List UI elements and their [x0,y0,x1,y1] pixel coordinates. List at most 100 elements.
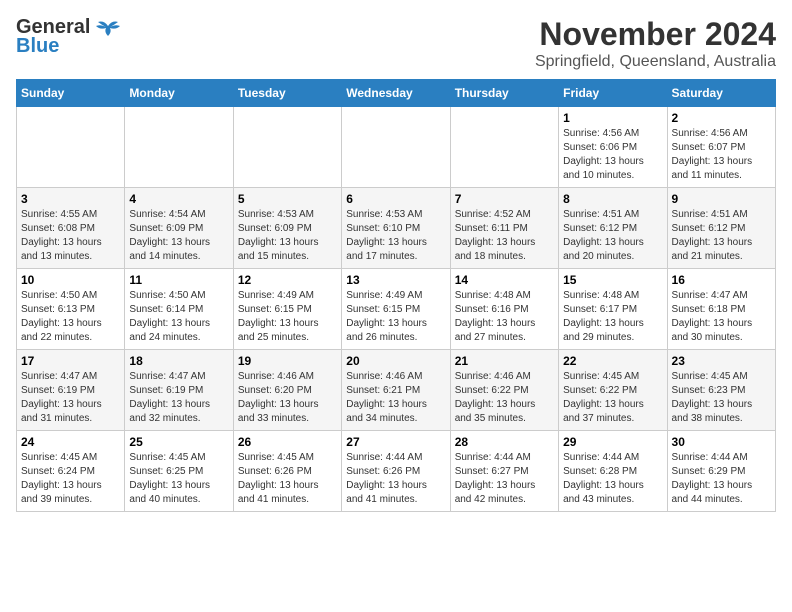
main-title: November 2024 [535,16,776,53]
day-info: Sunrise: 4:56 AM Sunset: 6:07 PM Dayligh… [672,127,771,183]
day-info: Sunrise: 4:44 AM Sunset: 6:27 PM Dayligh… [455,451,554,507]
calendar-cell: 4 Sunrise: 4:54 AM Sunset: 6:09 PM Daylig… [125,188,233,269]
day-info: Sunrise: 4:46 AM Sunset: 6:22 PM Dayligh… [455,370,554,426]
weekday-header: Wednesday [342,80,450,107]
weekday-header: Sunday [17,80,125,107]
day-info: Sunrise: 4:47 AM Sunset: 6:19 PM Dayligh… [129,370,228,426]
calendar-cell [233,107,341,188]
calendar-cell: 28 Sunrise: 4:44 AM Sunset: 6:27 PM Dayli… [450,431,558,512]
day-info: Sunrise: 4:53 AM Sunset: 6:09 PM Dayligh… [238,208,337,264]
day-info: Sunrise: 4:51 AM Sunset: 6:12 PM Dayligh… [672,208,771,264]
day-number: 23 [672,354,771,368]
day-info: Sunrise: 4:51 AM Sunset: 6:12 PM Dayligh… [563,208,662,264]
day-info: Sunrise: 4:56 AM Sunset: 6:06 PM Dayligh… [563,127,662,183]
day-number: 11 [129,273,228,287]
day-number: 13 [346,273,445,287]
day-info: Sunrise: 4:45 AM Sunset: 6:25 PM Dayligh… [129,451,228,507]
day-number: 7 [455,192,554,206]
day-number: 22 [563,354,662,368]
day-info: Sunrise: 4:45 AM Sunset: 6:26 PM Dayligh… [238,451,337,507]
day-info: Sunrise: 4:52 AM Sunset: 6:11 PM Dayligh… [455,208,554,264]
logo-blue-text: Blue [16,35,59,58]
day-info: Sunrise: 4:49 AM Sunset: 6:15 PM Dayligh… [238,289,337,345]
day-info: Sunrise: 4:44 AM Sunset: 6:29 PM Dayligh… [672,451,771,507]
day-number: 26 [238,435,337,449]
calendar-cell: 24Sunrise: 4:45 AM Sunset: 6:24 PM Dayli… [17,431,125,512]
calendar-cell: 17 Sunrise: 4:47 AM Sunset: 6:19 PM Dayli… [17,350,125,431]
calendar-cell [17,107,125,188]
logo: General Blue [16,16,122,58]
calendar-cell: 29 Sunrise: 4:44 AM Sunset: 6:28 PM Dayli… [559,431,667,512]
calendar-cell: 18 Sunrise: 4:47 AM Sunset: 6:19 PM Dayli… [125,350,233,431]
day-number: 28 [455,435,554,449]
calendar-cell: 5 Sunrise: 4:53 AM Sunset: 6:09 PM Daylig… [233,188,341,269]
calendar-body: 1Sunrise: 4:56 AM Sunset: 6:06 PM Daylig… [17,107,776,512]
day-number: 2 [672,111,771,125]
calendar-cell: 11 Sunrise: 4:50 AM Sunset: 6:14 PM Dayli… [125,269,233,350]
logo-bird-icon [94,18,122,38]
day-info: Sunrise: 4:47 AM Sunset: 6:19 PM Dayligh… [21,370,120,426]
day-info: Sunrise: 4:44 AM Sunset: 6:26 PM Dayligh… [346,451,445,507]
calendar-cell: 26 Sunrise: 4:45 AM Sunset: 6:26 PM Dayli… [233,431,341,512]
day-number: 6 [346,192,445,206]
calendar-cell: 23 Sunrise: 4:45 AM Sunset: 6:23 PM Dayli… [667,350,775,431]
day-info: Sunrise: 4:55 AM Sunset: 6:08 PM Dayligh… [21,208,120,264]
day-number: 16 [672,273,771,287]
calendar-cell: 15 Sunrise: 4:48 AM Sunset: 6:17 PM Dayli… [559,269,667,350]
calendar-cell: 6Sunrise: 4:53 AM Sunset: 6:10 PM Daylig… [342,188,450,269]
weekday-header: Saturday [667,80,775,107]
weekday-header: Thursday [450,80,558,107]
day-number: 4 [129,192,228,206]
day-number: 20 [346,354,445,368]
title-section: November 2024 Springfield, Queensland, A… [535,16,776,71]
calendar-cell [450,107,558,188]
calendar-cell: 7 Sunrise: 4:52 AM Sunset: 6:11 PM Daylig… [450,188,558,269]
day-info: Sunrise: 4:49 AM Sunset: 6:15 PM Dayligh… [346,289,445,345]
day-number: 3 [21,192,120,206]
day-number: 14 [455,273,554,287]
calendar-cell: 19 Sunrise: 4:46 AM Sunset: 6:20 PM Dayli… [233,350,341,431]
calendar-cell: 9 Sunrise: 4:51 AM Sunset: 6:12 PM Daylig… [667,188,775,269]
day-info: Sunrise: 4:44 AM Sunset: 6:28 PM Dayligh… [563,451,662,507]
page-header: General Blue November 2024 Springfield, … [16,16,776,71]
calendar-cell: 21 Sunrise: 4:46 AM Sunset: 6:22 PM Dayli… [450,350,558,431]
day-number: 10 [21,273,120,287]
day-number: 29 [563,435,662,449]
day-info: Sunrise: 4:45 AM Sunset: 6:23 PM Dayligh… [672,370,771,426]
day-number: 17 [21,354,120,368]
day-number: 12 [238,273,337,287]
day-number: 9 [672,192,771,206]
calendar-cell: 12 Sunrise: 4:49 AM Sunset: 6:15 PM Dayli… [233,269,341,350]
calendar-table: SundayMondayTuesdayWednesdayThursdayFrid… [16,79,776,512]
day-info: Sunrise: 4:45 AM Sunset: 6:22 PM Dayligh… [563,370,662,426]
calendar-cell: 13 Sunrise: 4:49 AM Sunset: 6:15 PM Dayli… [342,269,450,350]
calendar-cell: 27 Sunrise: 4:44 AM Sunset: 6:26 PM Dayli… [342,431,450,512]
day-number: 19 [238,354,337,368]
day-info: Sunrise: 4:50 AM Sunset: 6:13 PM Dayligh… [21,289,120,345]
weekday-header: Tuesday [233,80,341,107]
calendar-cell: 10 Sunrise: 4:50 AM Sunset: 6:13 PM Dayli… [17,269,125,350]
calendar-cell: 3 Sunrise: 4:55 AM Sunset: 6:08 PM Daylig… [17,188,125,269]
day-info: Sunrise: 4:48 AM Sunset: 6:17 PM Dayligh… [563,289,662,345]
day-number: 27 [346,435,445,449]
calendar-cell: 1Sunrise: 4:56 AM Sunset: 6:06 PM Daylig… [559,107,667,188]
calendar-cell: 14 Sunrise: 4:48 AM Sunset: 6:16 PM Dayli… [450,269,558,350]
day-number: 25 [129,435,228,449]
day-number: 15 [563,273,662,287]
day-info: Sunrise: 4:48 AM Sunset: 6:16 PM Dayligh… [455,289,554,345]
calendar-cell: 30Sunrise: 4:44 AM Sunset: 6:29 PM Dayli… [667,431,775,512]
calendar-cell: 16Sunrise: 4:47 AM Sunset: 6:18 PM Dayli… [667,269,775,350]
day-number: 21 [455,354,554,368]
calendar-cell: 20 Sunrise: 4:46 AM Sunset: 6:21 PM Dayli… [342,350,450,431]
day-number: 5 [238,192,337,206]
calendar-cell [125,107,233,188]
calendar-cell: 22 Sunrise: 4:45 AM Sunset: 6:22 PM Dayli… [559,350,667,431]
day-info: Sunrise: 4:46 AM Sunset: 6:21 PM Dayligh… [346,370,445,426]
day-info: Sunrise: 4:54 AM Sunset: 6:09 PM Dayligh… [129,208,228,264]
day-info: Sunrise: 4:46 AM Sunset: 6:20 PM Dayligh… [238,370,337,426]
day-info: Sunrise: 4:50 AM Sunset: 6:14 PM Dayligh… [129,289,228,345]
day-number: 24 [21,435,120,449]
day-number: 18 [129,354,228,368]
calendar-cell [342,107,450,188]
calendar-header: SundayMondayTuesdayWednesdayThursdayFrid… [17,80,776,107]
